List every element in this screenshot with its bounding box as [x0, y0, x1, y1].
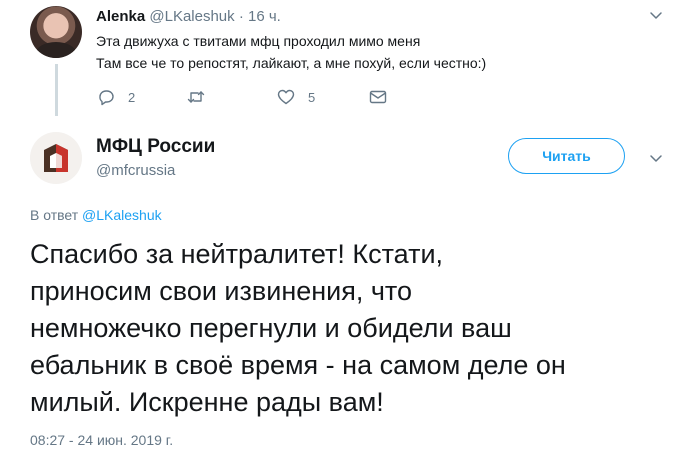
thread-connector-line [55, 64, 58, 116]
reply-context: В ответ @LKaleshuk [30, 207, 162, 223]
tweet-text-line: немножечко перегнули и обидели ваш [30, 313, 512, 343]
heart-icon [277, 89, 295, 105]
retweet-button[interactable] [186, 86, 218, 108]
reply-to-handle-link[interactable]: @LKaleshuk [82, 207, 162, 223]
tweet-timestamp[interactable]: 08:27 - 24 июн. 2019 г. [30, 432, 173, 448]
tweet-text-line: Спасибо за нейтралитет! Кстати, [30, 239, 444, 269]
author-handle[interactable]: @LKaleshuk [149, 8, 234, 25]
reply-icon [99, 90, 114, 106]
like-count: 5 [308, 89, 316, 105]
reply-parent-tweet[interactable]: Alenka @LKaleshuk · 16 ч. Эта движуха с … [0, 0, 700, 120]
tweet-text-line: ебальник в своё время - на самом деле он [30, 350, 566, 380]
direct-message-button[interactable] [368, 86, 388, 108]
avatar[interactable] [30, 132, 82, 184]
reply-button[interactable]: 2 [96, 86, 135, 108]
mfc-logo-icon [30, 132, 82, 184]
tweet-time[interactable]: 16 ч. [248, 8, 281, 25]
tweet-text-line: милый. Искренне рады вам! [30, 387, 384, 417]
avatar[interactable] [30, 6, 82, 58]
separator-dot: · [238, 8, 244, 25]
tweet-text: Эта движуха с твитами мфц проходил мимо … [96, 30, 486, 74]
reply-count: 2 [128, 89, 136, 105]
reply-prefix: В ответ [30, 207, 79, 223]
message-icon [369, 90, 387, 104]
like-button[interactable]: 5 [276, 86, 315, 108]
author-name[interactable]: Alenka [96, 8, 145, 25]
follow-button[interactable]: Читать [508, 138, 625, 174]
tweet-text-line: приносим свои извинения, что [30, 276, 413, 306]
author-handle[interactable]: @mfcrussia [96, 162, 175, 179]
retweet-icon [187, 91, 205, 103]
tweet-header: Alenka @LKaleshuk · 16 ч. [96, 8, 281, 25]
tweet-text: Спасибо за нейтралитет! Кстати, приносим… [30, 236, 680, 421]
chevron-down-icon[interactable] [648, 151, 664, 167]
tweet-text-line: Там все че то репостят, лайкают, а мне п… [96, 55, 487, 71]
tweet-text-line: Эта движуха с твитами мфц проходил мимо … [96, 33, 421, 49]
author-name[interactable]: МФЦ России [96, 136, 215, 158]
chevron-down-icon[interactable] [648, 8, 664, 24]
